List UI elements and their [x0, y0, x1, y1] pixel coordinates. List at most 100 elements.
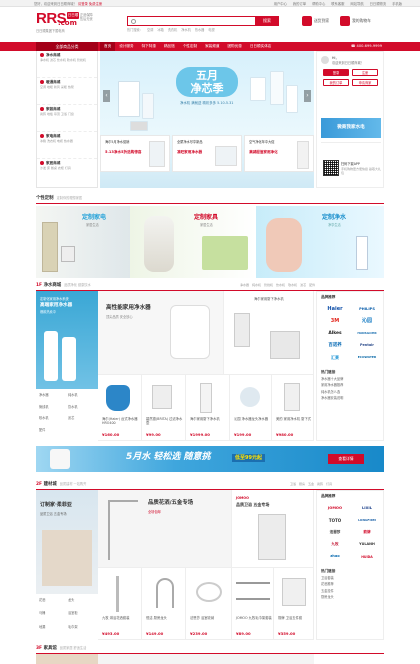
hot-item[interactable]: 净水机	[181, 28, 191, 32]
floor2-link[interactable]: 地漏	[39, 624, 66, 637]
product-tile[interactable]: 海尔(Haier) 台式净水器 HRO400 ¥160.00	[98, 375, 142, 441]
top-link-orders[interactable]: 我的订单	[293, 2, 306, 6]
category-decor[interactable]: 家装商城 瓷砖 地板 吊顶 卫浴 门窗	[37, 105, 97, 132]
product-tile[interactable]: 碧然德(BRITA) 过滤净水壶 ¥99.00	[142, 375, 186, 441]
floor2-link[interactable]: 马桶	[39, 610, 66, 623]
category-water[interactable]: 净水商城 净水机 滤芯 饮水机 软水机 管线机	[37, 51, 97, 78]
register-link[interactable]: 免费注册	[89, 2, 102, 6]
all-categories-button[interactable]: 全部商品分类	[36, 42, 98, 51]
floor1-tab[interactable]: 管线机	[264, 283, 273, 288]
floor1-link[interactable]: 饮水机	[68, 404, 95, 416]
floor2-tab[interactable]: 灯具	[326, 482, 332, 487]
search-box[interactable]: 搜索	[127, 15, 279, 26]
hot-item[interactable]: 冰箱	[157, 28, 163, 32]
nav-custom[interactable]: 个性定制	[179, 42, 201, 51]
floor1-link[interactable]: 滤芯	[68, 415, 95, 427]
floor1-tab[interactable]: 软水机	[288, 283, 297, 288]
brand-logo[interactable]: Pentair	[351, 340, 383, 351]
floor3-promo[interactable]	[36, 654, 98, 664]
category-furniture[interactable]: 家居商城 沙发 床 餐桌 衣柜 灯具	[37, 159, 97, 186]
brand-logo[interactable]: 箭牌	[351, 527, 383, 538]
hot-item[interactable]: 空调	[147, 28, 153, 32]
floor1-promo[interactable]: 定制化家用净水系统 高端家用净水器 爆款热卖中 净水器 纯水机 管线机 饮水机 软水机滤…	[36, 291, 98, 441]
product-tile[interactable]: 法恩莎 浴室收纳 ¥239.00	[186, 568, 232, 640]
floor1-tab[interactable]: 纯水机	[252, 283, 261, 288]
floor2-tab[interactable]: 五金	[308, 482, 314, 487]
panel-promo[interactable]: 微商我家水电	[321, 118, 381, 138]
floor1-link[interactable]: 软水机	[39, 415, 66, 427]
floor1-tab[interactable]: 饮水机	[276, 283, 285, 288]
site-logo[interactable]: RRS 日日顺 .com 日日顺集团下属电商 正品保障 售后无忧	[36, 10, 94, 38]
brand-logo[interactable]: 九牧	[319, 539, 351, 550]
panel-orders-button[interactable]: 我的订单	[323, 79, 349, 86]
floor2-tab[interactable]: 厨房	[299, 482, 305, 487]
cart-button[interactable]: 我的购物车	[340, 15, 371, 27]
brand-logo[interactable]: 沁园	[351, 316, 383, 327]
brand-logo[interactable]: TOTO	[319, 515, 351, 526]
brand-logo[interactable]: LIXIL	[351, 503, 383, 514]
floor2-tab[interactable]: 卫浴	[290, 482, 296, 487]
search-button[interactable]: 搜索	[255, 15, 279, 26]
brand-logo[interactable]: 百诺养	[319, 340, 351, 351]
custom-card-furniture[interactable]: 定制家具 家居生活	[130, 206, 256, 278]
product-tile[interactable]: 沁园 净水器龙头净水器 ¥199.00	[230, 375, 272, 441]
login-link[interactable]: 请登录	[78, 2, 88, 6]
floor1-feature[interactable]: 高性能家用净水器 顶尖品质 安全放心	[98, 291, 224, 375]
top-link-user[interactable]: 用户中心	[274, 2, 287, 6]
hot-item[interactable]: 热水器	[195, 28, 205, 32]
product-tile[interactable]: 美的 家用净水机 厨下式 ¥980.00	[272, 375, 314, 441]
hot-item[interactable]: 电视	[208, 28, 214, 32]
nav-stores[interactable]: 日日顺实体店	[246, 42, 276, 51]
brand-logo[interactable]: Alkes	[319, 328, 351, 339]
panel-register-button[interactable]: 注册	[352, 69, 378, 76]
delivery-button[interactable]: 送货到家	[302, 15, 329, 27]
floor1-tab[interactable]: 配件	[309, 283, 315, 288]
panel-login-button[interactable]: 登录	[323, 69, 349, 76]
brand-logo[interactable]: LONGFIRM	[351, 515, 383, 526]
floor2-link[interactable]: 龙头	[68, 597, 95, 610]
brand-logo[interactable]: HUIDA	[351, 551, 383, 562]
nav-deals[interactable]: 特下特惠	[138, 42, 160, 51]
brand-logo[interactable]: 汇莱	[319, 352, 351, 363]
banner-prev-button[interactable]: ‹	[103, 90, 110, 102]
nav-home[interactable]: 首页	[100, 42, 116, 51]
promo-thumb[interactable]: 海尔5月净水促销 5.13净水5折选购惊喜	[100, 135, 170, 172]
top-link-help[interactable]: 帮助中心	[312, 2, 325, 6]
promo-bar-button[interactable]: 查看详情	[328, 454, 364, 464]
top-link-nav[interactable]: 网站导航	[350, 2, 363, 6]
top-link-service[interactable]: 联系客服	[331, 2, 344, 6]
floor2-tab[interactable]: 瓷砖	[317, 482, 323, 487]
brand-logo[interactable]: ECOWATER	[351, 352, 383, 363]
floor3-feature[interactable]	[98, 654, 314, 664]
floor1-link[interactable]: 纯水机	[68, 392, 95, 404]
nav-design[interactable]: 设计服务	[115, 42, 137, 51]
brand-logo[interactable]: 3M	[319, 316, 351, 327]
product-tile[interactable]: 恒洁 厨房龙头 ¥149.00	[142, 568, 186, 640]
banner-next-button[interactable]: ›	[304, 90, 311, 102]
brand-logo[interactable]: PHILIPS	[351, 304, 383, 315]
floor1-feature-2[interactable]: 海尔家用厨下净水机	[224, 291, 314, 375]
promo-thumb[interactable]: 全屋净水尽享新品 凑旺家用净水器	[172, 135, 242, 172]
floor1-tab[interactable]: 净水器	[240, 283, 249, 288]
floor2-link[interactable]: 浴室柜	[68, 610, 95, 623]
brand-logo[interactable]: 法恩莎	[319, 527, 351, 538]
hot-link[interactable]: 厨房龙头	[321, 594, 334, 600]
panel-merchant-button[interactable]: 申请商家	[352, 79, 378, 86]
custom-card-appliance[interactable]: 定制家电 家居生活	[36, 206, 130, 278]
hot-link[interactable]: 花洒推荐	[321, 581, 334, 587]
promo-thumb[interactable]: 空气净化年中大促 满减超值家用净化	[244, 135, 314, 172]
floor2-feature[interactable]: 品质花洒/五金专场 全场包邮	[98, 490, 232, 568]
floor1-link[interactable]: 管线机	[39, 404, 66, 416]
floor2-promo[interactable]: 订制家·柔菲亚 品质卫浴 五金专场 花洒 龙头 马桶 浴室柜 地漏 毛巾架	[36, 490, 98, 640]
nav-group[interactable]: 团购优惠	[223, 42, 245, 51]
brand-logo[interactable]: YULANH	[351, 539, 383, 550]
floor2-feature-2[interactable]: JOMOO 品质卫浴 五金专场	[232, 490, 314, 568]
brand-logo[interactable]: Haier	[319, 304, 351, 315]
hot-item[interactable]: 洗衣机	[168, 28, 178, 32]
floor1-link[interactable]: 配件	[39, 427, 66, 439]
hot-link[interactable]: 家用净水器推荐	[321, 382, 343, 388]
product-tile[interactable]: 海尔家用厨下净水机 ¥1999.00	[186, 375, 230, 441]
nav-boutique[interactable]: 精品馆	[160, 42, 179, 51]
top-link-mobile[interactable]: 手机版	[392, 2, 402, 6]
floor2-link[interactable]: 毛巾架	[68, 624, 95, 637]
